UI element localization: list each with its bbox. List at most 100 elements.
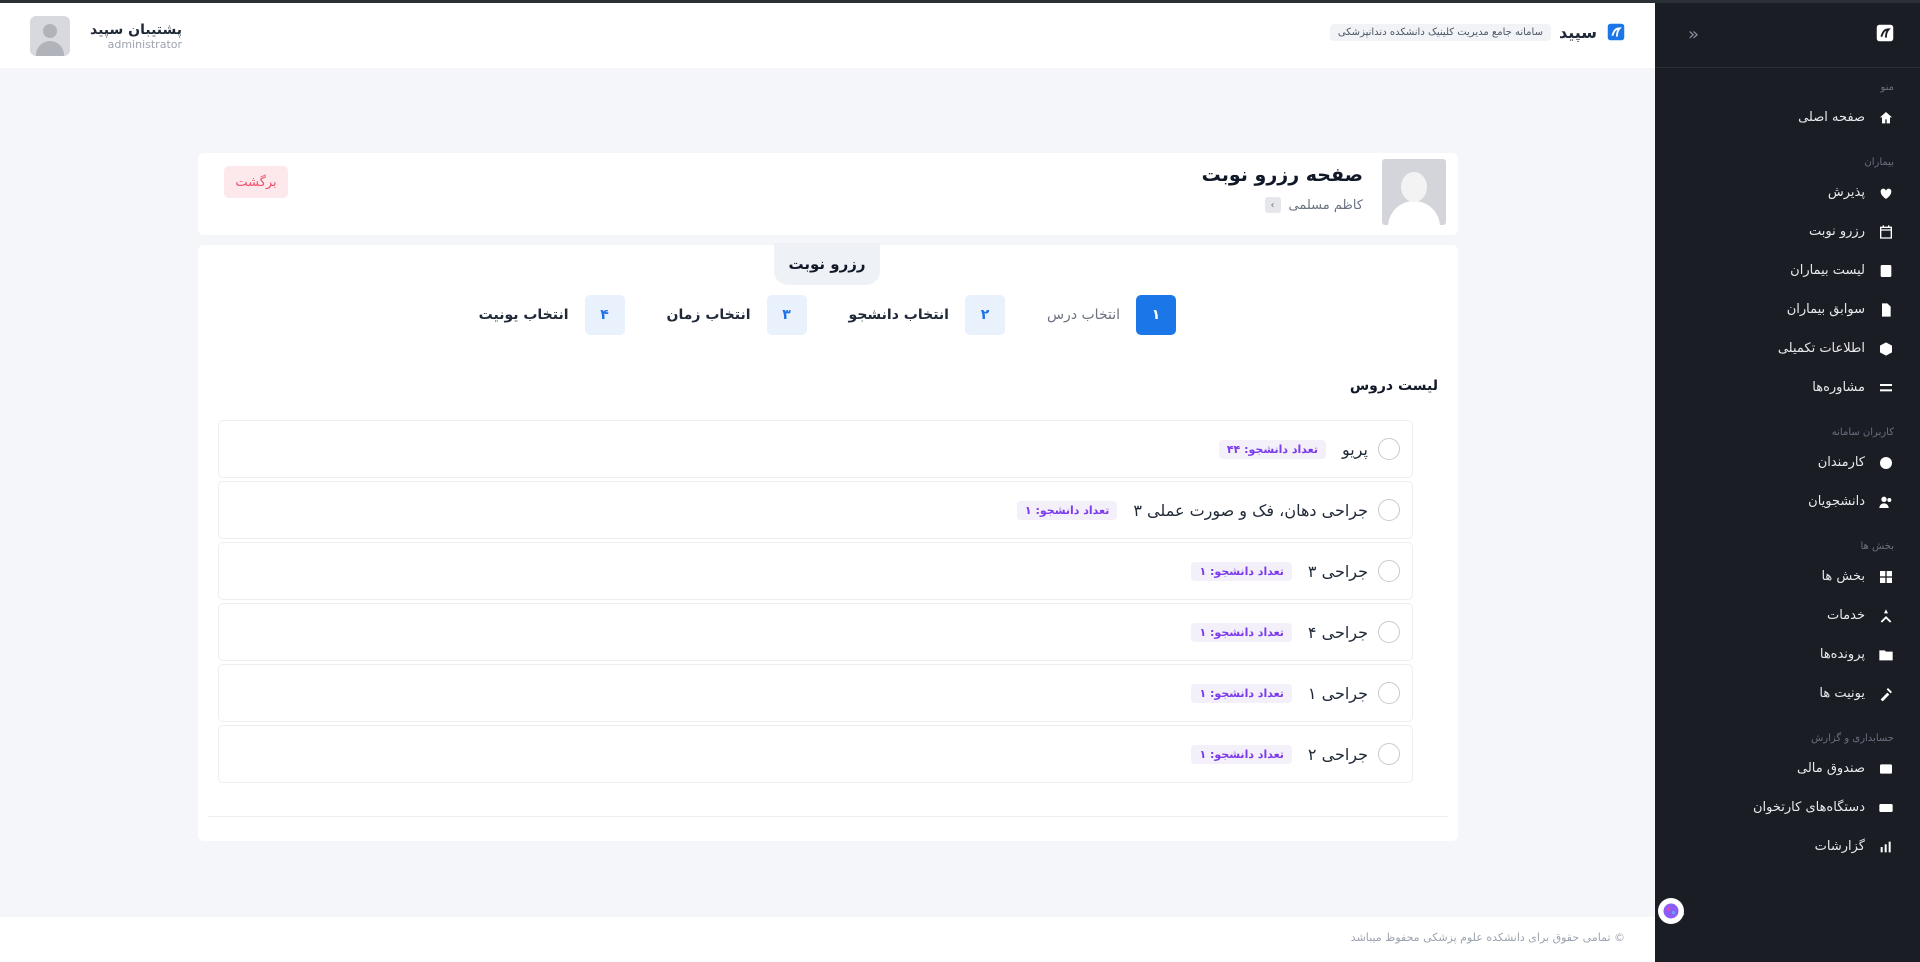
- step-number: ۲: [964, 295, 1005, 335]
- step-label: انتخاب زمان: [666, 307, 751, 323]
- course-radio[interactable]: [1378, 682, 1400, 704]
- sidebar-item-label: صفحه اصلی: [1798, 110, 1865, 125]
- back-button[interactable]: برگشت: [224, 166, 288, 198]
- sidebar-item-label: خدمات: [1826, 608, 1865, 623]
- logo-icon: [1876, 24, 1894, 42]
- sidebar-item-appointment[interactable]: رزرو نوبت: [1655, 212, 1920, 251]
- sidebar-section-title: حسابداری و گزارش: [1811, 733, 1894, 744]
- sidebar-item-students[interactable]: دانشجویان: [1655, 482, 1920, 521]
- sidebar-item-reception[interactable]: پذیرش: [1655, 173, 1920, 212]
- list-item[interactable]: جراحی ۳ تعداد دانشجو: ۱: [218, 542, 1413, 600]
- brand: سپید سامانه جامع مدیریت کلینیک دانشکده د…: [1329, 21, 1627, 43]
- tab-reservation[interactable]: رزرو نوبت: [774, 243, 880, 285]
- sidebar-item-label: لیست بیماران: [1790, 263, 1865, 278]
- assistant-icon[interactable]: [1658, 898, 1684, 924]
- sidebar-item-label: کارمندان: [1817, 455, 1865, 470]
- sidebar-section-title: بیماران: [1864, 157, 1894, 168]
- patient-name: کاظم مسلمی: [1288, 197, 1364, 213]
- sidebar-item-pos-devices[interactable]: دستگاه‌های کارتخوان: [1655, 788, 1920, 827]
- bars-icon: [1877, 379, 1895, 397]
- sidebar-section-accounting: حسابداری و گزارش صندوق مالی دستگاه‌های ک…: [1655, 733, 1920, 866]
- footer: © تمامی حقوق برای دانشکده علوم پزشکی محف…: [0, 917, 1655, 962]
- sidebar-item-label: مشاوره‌ها: [1812, 380, 1865, 395]
- top-border: [0, 0, 1920, 3]
- step-number: ۴: [584, 295, 625, 335]
- sidebar-item-label: یونیت ها: [1819, 686, 1865, 701]
- step-select-time[interactable]: ۳ انتخاب زمان: [667, 295, 807, 335]
- sidebar-item-label: دانشجویان: [1808, 494, 1865, 509]
- student-count-badge: تعداد دانشجو: ۴۴: [1218, 439, 1326, 459]
- sidebar-item-files[interactable]: پرونده‌ها: [1655, 635, 1920, 674]
- sidebar-item-label: بخش ها: [1821, 569, 1865, 584]
- brand-name: سپید: [1558, 22, 1597, 42]
- user-menu[interactable]: پشتیبان سپید administrator: [30, 16, 182, 56]
- heartbeat-icon: [1877, 184, 1895, 202]
- syringe-icon: [1877, 685, 1895, 703]
- sidebar-item-patient-list[interactable]: لیست بیماران: [1655, 251, 1920, 290]
- user-role: administrator: [107, 37, 183, 51]
- card-icon: [1877, 799, 1895, 817]
- sidebar-section-patients: بیماران پذیرش رزرو نوبت لیست بیماران سوا…: [1655, 157, 1920, 407]
- step-select-student[interactable]: ۲ انتخاب دانشجو: [849, 295, 1005, 335]
- sidebar-item-units[interactable]: یونیت ها: [1655, 674, 1920, 713]
- sidebar-item-label: اطلاعات تکمیلی: [1777, 341, 1865, 356]
- course-list-title: لیست دروس: [1349, 378, 1438, 394]
- step-label: انتخاب دانشجو: [848, 307, 949, 323]
- users-icon: [1877, 493, 1895, 511]
- sidebar-section-title: منو: [1880, 82, 1894, 93]
- course-radio[interactable]: [1378, 560, 1400, 582]
- user-info: پشتیبان سپید administrator: [90, 22, 182, 51]
- course-radio[interactable]: [1378, 438, 1400, 460]
- course-name: پریو: [1342, 439, 1368, 459]
- step-number: ۱: [1136, 295, 1176, 335]
- patient-avatar: [1382, 159, 1446, 225]
- home-icon: [1877, 109, 1895, 127]
- sidebar-item-departments[interactable]: بخش ها: [1655, 557, 1920, 596]
- course-list: پریو تعداد دانشجو: ۴۴ جراحی دهان، فک و ص…: [218, 420, 1413, 786]
- sidebar-item-cashbox[interactable]: صندوق مالی: [1655, 749, 1920, 788]
- sidebar-item-label: پرونده‌ها: [1819, 647, 1865, 662]
- cashbox-icon: [1877, 760, 1895, 778]
- cube-icon: [1877, 340, 1895, 358]
- sidebar-item-label: گزارشات: [1814, 839, 1865, 854]
- sidebar-item-home[interactable]: صفحه اصلی: [1655, 98, 1920, 137]
- list-item[interactable]: جراحی ۴ تعداد دانشجو: ۱: [218, 603, 1413, 661]
- avatar[interactable]: [30, 16, 70, 56]
- list-item[interactable]: جراحی ۱ تعداد دانشجو: ۱: [218, 664, 1413, 722]
- list-item[interactable]: جراحی دهان، فک و صورت عملی ۳ تعداد دانشج…: [218, 481, 1413, 539]
- sidebar-item-extra-info[interactable]: اطلاعات تکمیلی: [1655, 329, 1920, 368]
- divider: [208, 816, 1448, 817]
- collapse-sidebar-icon[interactable]: «: [1679, 24, 1699, 45]
- chevron-icon[interactable]: ›: [1264, 197, 1281, 213]
- course-radio[interactable]: [1378, 499, 1400, 521]
- sidebar-section-users: کاربران سامانه کارمندان دانشجویان: [1655, 427, 1920, 521]
- sidebar-item-label: دستگاه‌های کارتخوان: [1753, 800, 1865, 815]
- top-header: سپید سامانه جامع مدیریت کلینیک دانشکده د…: [0, 3, 1655, 68]
- sidebar: « منو صفحه اصلی بیماران پذیرش رزرو نوبت …: [1655, 0, 1920, 962]
- sidebar-item-consultations[interactable]: مشاوره‌ها: [1655, 368, 1920, 407]
- sidebar-item-label: رزرو نوبت: [1809, 224, 1865, 239]
- sidebar-header: «: [1655, 0, 1920, 68]
- sidebar-item-services[interactable]: خدمات: [1655, 596, 1920, 635]
- course-name: جراحی دهان، فک و صورت عملی ۳: [1133, 500, 1368, 520]
- course-name: جراحی ۱: [1307, 683, 1368, 703]
- stepper: ۱ انتخاب درس ۲ انتخاب دانشجو ۳ انتخاب زم…: [437, 295, 1176, 335]
- sidebar-item-patient-history[interactable]: سوابق بیماران: [1655, 290, 1920, 329]
- step-select-course[interactable]: ۱ انتخاب درس: [1047, 295, 1176, 335]
- reservation-card: رزرو نوبت ۱ انتخاب درس ۲ انتخاب دانشجو ۳…: [198, 243, 1458, 841]
- document-icon: [1877, 301, 1895, 319]
- sidebar-item-label: صندوق مالی: [1796, 761, 1865, 776]
- step-label: انتخاب یونیت: [478, 307, 569, 323]
- course-radio[interactable]: [1378, 743, 1400, 765]
- course-radio[interactable]: [1378, 621, 1400, 643]
- sidebar-item-reports[interactable]: گزارشات: [1655, 827, 1920, 866]
- sidebar-item-staff[interactable]: کارمندان: [1655, 443, 1920, 482]
- student-count-badge: تعداد دانشجو: ۱: [1191, 744, 1292, 764]
- list-item[interactable]: پریو تعداد دانشجو: ۴۴: [218, 420, 1413, 478]
- sidebar-item-label: سوابق بیماران: [1786, 302, 1865, 317]
- list-item[interactable]: جراحی ۲ تعداد دانشجو: ۱: [218, 725, 1413, 783]
- user-circle-icon: [1877, 454, 1895, 472]
- calendar-icon: [1877, 223, 1895, 241]
- folder-icon: [1877, 646, 1895, 664]
- step-select-unit[interactable]: ۴ انتخاب یونیت: [479, 295, 625, 335]
